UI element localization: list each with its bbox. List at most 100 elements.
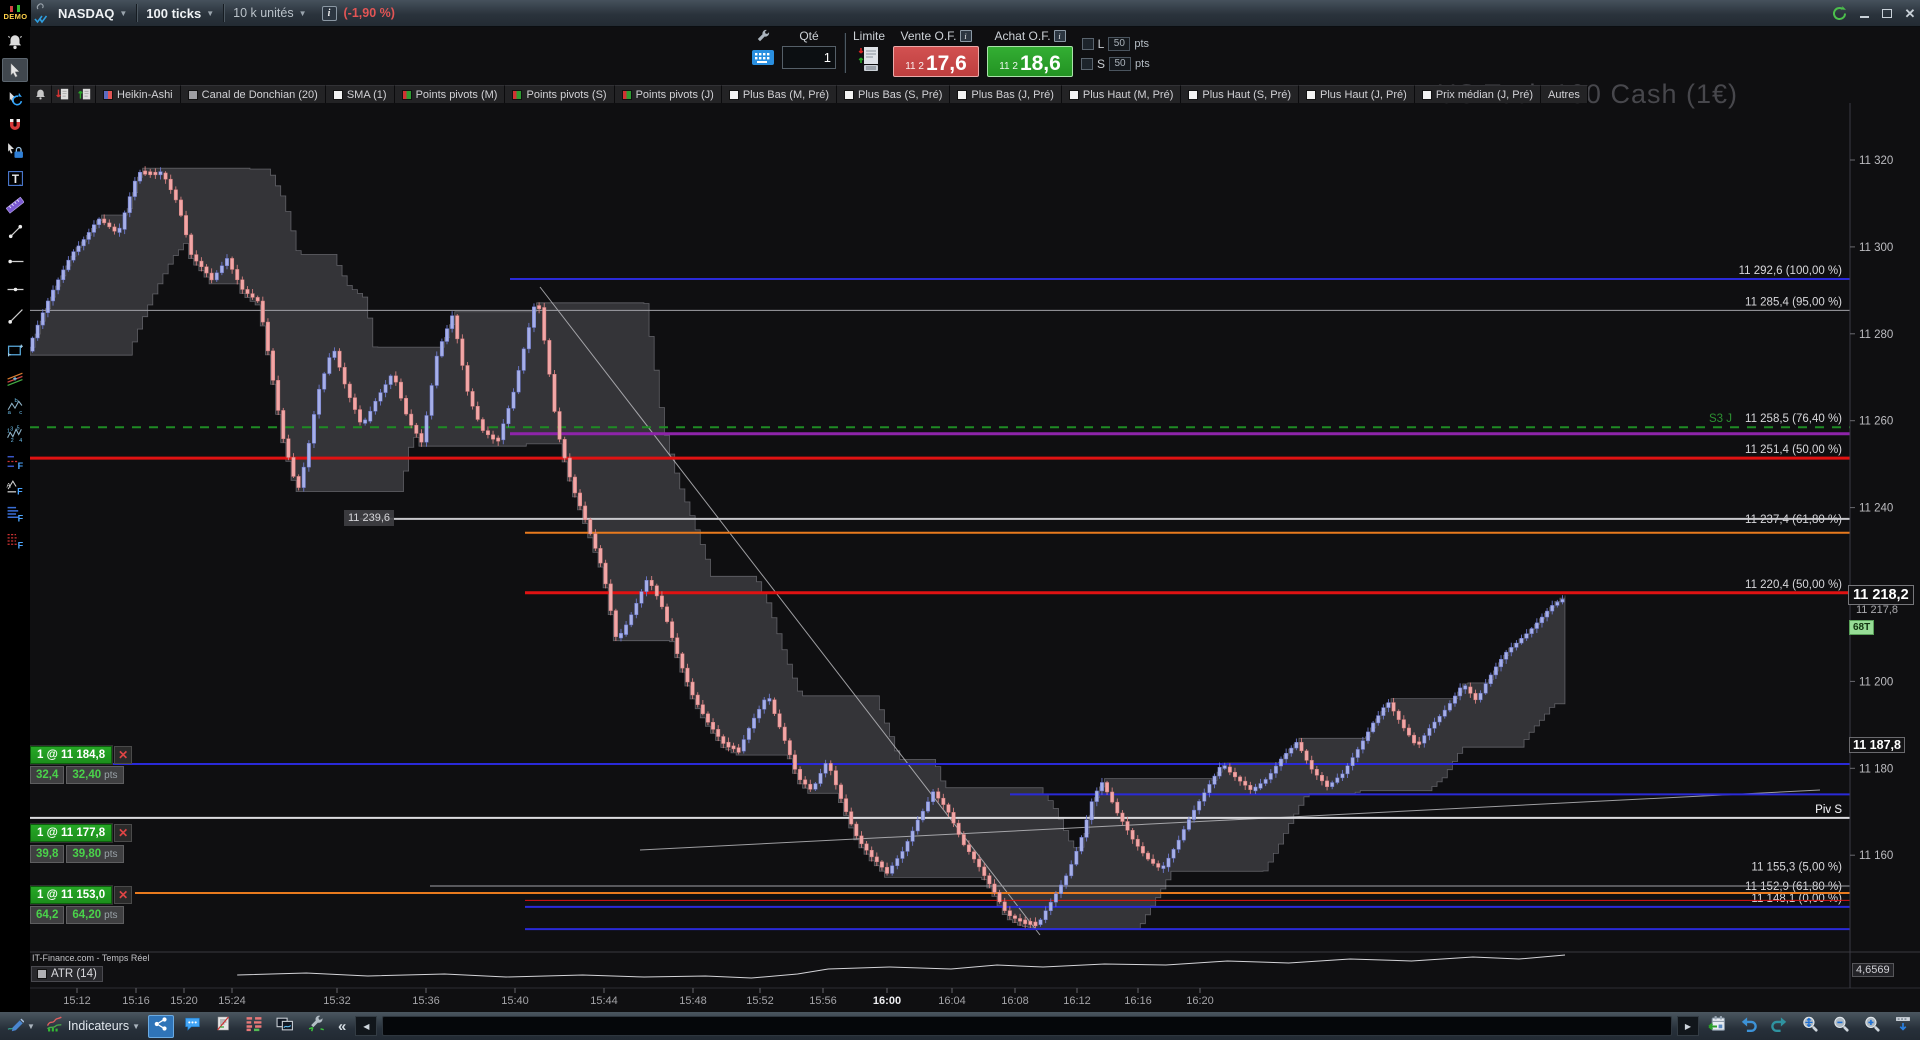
keyboard-icon[interactable] [752, 50, 774, 65]
info-icon[interactable]: i [321, 5, 337, 21]
share-button[interactable] [148, 1014, 174, 1038]
legend-item-sma-1-[interactable]: SMA (1) [325, 85, 395, 103]
rectangle-tool[interactable] [2, 338, 28, 362]
zoom-in-button[interactable] [1859, 1015, 1885, 1038]
indicators-button[interactable]: Indicateurs ▼ [43, 1015, 143, 1038]
fib-levels-red-tool[interactable]: F [2, 528, 28, 552]
legend-item-points-pivots-s-[interactable]: Points pivots (S) [505, 85, 615, 103]
legend-item-points-pivots-m-[interactable]: Points pivots (M) [394, 85, 506, 103]
segment-tool[interactable] [2, 219, 28, 243]
candle-body [1099, 782, 1104, 792]
qty-input[interactable] [782, 46, 836, 69]
candle-body [173, 189, 178, 201]
close-button[interactable]: ✕ [1903, 6, 1917, 21]
cursor-tool[interactable] [2, 58, 28, 82]
legend-item-plus-haut-s-pr-[interactable]: Plus Haut (S, Pré) [1181, 85, 1300, 103]
candle-body [511, 391, 516, 409]
legend-alert-icon[interactable] [30, 85, 52, 103]
legend-item-plus-bas-s-pr-[interactable]: Plus Bas (S, Pré) [837, 85, 951, 103]
candle-body [1478, 692, 1483, 701]
news-button[interactable] [210, 1015, 236, 1038]
units-selector[interactable]: 10 k unités ▼ [224, 0, 315, 26]
collapse-left-icon[interactable]: « [334, 1018, 350, 1035]
candle-body [879, 861, 884, 868]
horizontal-line-tool[interactable] [2, 277, 28, 301]
position-pnl-row: 32,4 32,40 pts [30, 766, 126, 784]
legend-item-canal-de-donchian-20-[interactable]: Canal de Donchian (20) [180, 85, 326, 103]
abc-pattern-tool[interactable]: a b c [2, 393, 28, 417]
redo-button[interactable] [1766, 1015, 1792, 1038]
legend-item-plus-haut-m-pr-[interactable]: Plus Haut (M, Pré) [1061, 85, 1182, 103]
level-label: 11 292,6 (100,00 %) [1739, 265, 1843, 277]
magnet-tool[interactable] [2, 113, 28, 137]
scroll-right-button[interactable]: ▶ [1677, 1016, 1699, 1036]
candle-body [1437, 716, 1442, 723]
link-status[interactable] [31, 2, 49, 24]
legend-item-plus-bas-j-pr-[interactable]: Plus Bas (J, Pré) [950, 85, 1062, 103]
cursor-reset-tool[interactable] [2, 87, 28, 111]
limit-checkbox[interactable] [1081, 37, 1094, 50]
close-position-button[interactable]: ✕ [114, 886, 133, 904]
wrench2-icon [308, 1015, 325, 1037]
candle-body [624, 624, 629, 635]
fib-levels-blue-tool[interactable]: F [2, 501, 28, 525]
chart-windows-button[interactable] [272, 1015, 298, 1038]
candle-body [1545, 610, 1550, 618]
instrument-selector[interactable]: NASDAQ ▼ [49, 0, 136, 26]
info-icon[interactable]: i [1053, 30, 1066, 42]
candle-body [910, 830, 915, 842]
legend-sell-order-icon[interactable] [52, 85, 74, 103]
scroll-left-button[interactable]: ◀ [355, 1016, 378, 1036]
order-type-icon[interactable] [858, 46, 880, 72]
legend-item-heikin-ashi[interactable]: Heikin-Ashi [96, 85, 181, 103]
info-icon[interactable]: i [959, 30, 972, 42]
legend-item-plus-bas-m-pr-[interactable]: Plus Bas (M, Pré) [721, 85, 838, 103]
timeframe-selector[interactable]: 100 ticks ▼ [137, 0, 223, 26]
undo-button[interactable] [1735, 1015, 1761, 1038]
order-settings-wrench-icon[interactable] [755, 29, 772, 45]
horizontal-ray-tool[interactable] [2, 249, 28, 273]
atr-legend-chip[interactable]: ATR (14) [31, 966, 103, 982]
trend-line-tool[interactable] [2, 304, 28, 328]
price-chart[interactable]: 11 292,6 (100,00 %) 11 285,4 (95,00 %) S3 … [30, 103, 1920, 1012]
legend-item-prix-m-dian-j-pr-[interactable]: Prix médian (J, Pré) [1414, 85, 1542, 103]
zoom-fit-button[interactable] [1797, 1015, 1823, 1038]
trading-tools-button[interactable] [303, 1015, 329, 1038]
sell-button[interactable]: 11 2 17,6 [893, 46, 980, 77]
legend-item-autres[interactable]: Autres [1541, 85, 1588, 103]
candle-body [107, 222, 112, 228]
refresh-icon[interactable] [1831, 5, 1848, 22]
legend-item-points-pivots-j-[interactable]: Points pivots (J) [614, 85, 722, 103]
svg-text:F: F [18, 513, 24, 522]
ruler-tool[interactable] [2, 193, 28, 217]
maximize-button[interactable] [1880, 7, 1894, 21]
order-book-button[interactable] [241, 1015, 267, 1038]
chat-button[interactable] [179, 1015, 205, 1038]
zoom-out-button[interactable] [1828, 1015, 1854, 1038]
close-position-button[interactable]: ✕ [114, 746, 133, 764]
candle-body [35, 324, 40, 339]
draw-tools-button[interactable]: ▼ [4, 1015, 38, 1038]
stop-checkbox[interactable] [1081, 57, 1094, 70]
legend-item-plus-haut-j-pr-[interactable]: Plus Haut (J, Pré) [1299, 85, 1415, 103]
close-position-button[interactable]: ✕ [114, 824, 133, 842]
text-tool-tool[interactable]: T [2, 166, 28, 190]
candle-body [931, 791, 936, 802]
fib-expansion-tool[interactable]: AF [2, 474, 28, 498]
chart-scrollbar[interactable] [382, 1016, 1672, 1036]
demo-label: DEMO [3, 12, 28, 21]
cursor-lock-tool[interactable] [2, 138, 28, 162]
candle-body [1248, 785, 1253, 790]
compress-bars-button[interactable] [1890, 1015, 1916, 1038]
limit-pts-input[interactable]: 50 [1108, 36, 1131, 51]
stop-pts-input[interactable]: 50 [1109, 56, 1132, 71]
buy-button[interactable]: 11 2 18,6 [987, 46, 1074, 77]
minimize-button[interactable] [1857, 7, 1871, 21]
fib-retracement-tool[interactable]: F [2, 449, 28, 473]
parallel-channel-tool[interactable] [2, 366, 28, 390]
elliott-wave-tool[interactable]: 12345 [2, 421, 28, 445]
goto-date-button[interactable] [1704, 1015, 1730, 1038]
divider [844, 33, 845, 73]
alerts-bell-tool[interactable] [2, 30, 28, 54]
legend-buy-order-icon[interactable] [74, 85, 96, 103]
